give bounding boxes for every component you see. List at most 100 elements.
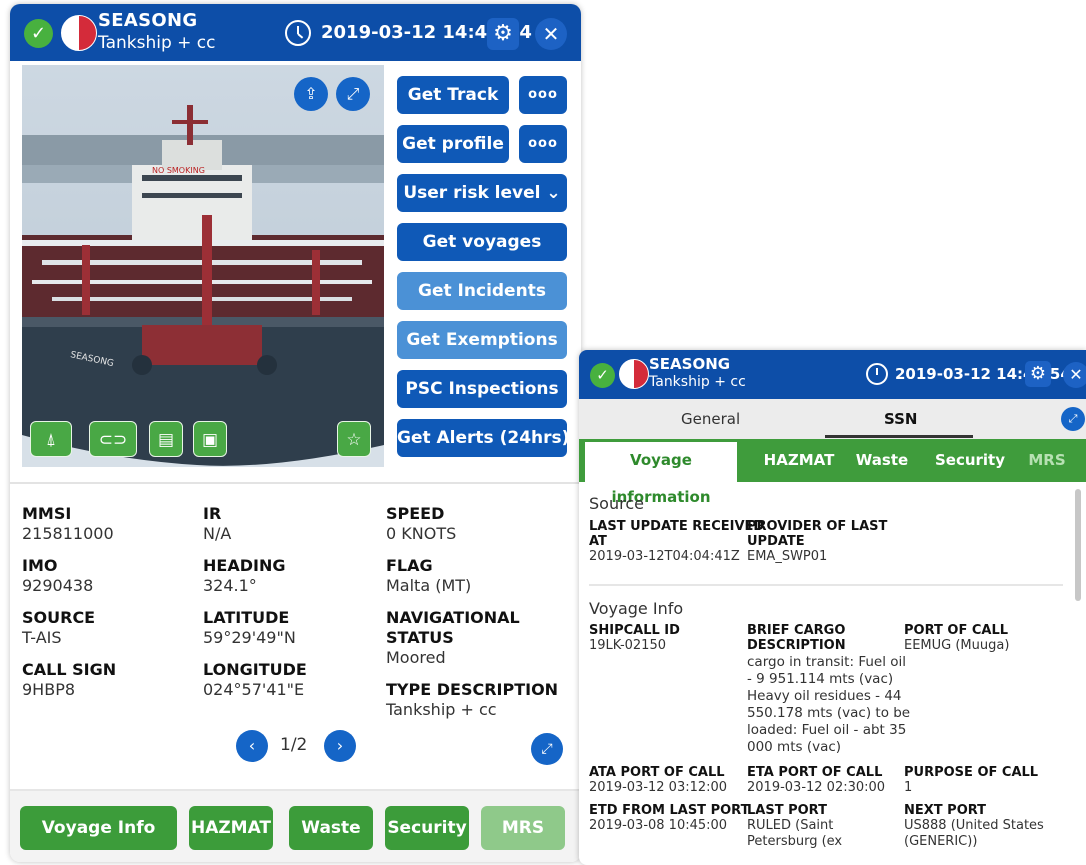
section-divider: [589, 584, 1063, 586]
imo-label: IMO: [22, 556, 58, 575]
ir-value: N/A: [203, 524, 232, 543]
next-port-line: (GENERIC)): [904, 834, 978, 849]
tab-general[interactable]: General: [681, 410, 740, 428]
subtab-hazmat[interactable]: HAZMAT: [759, 439, 839, 482]
panel-tabs: General SSN ⤢: [579, 399, 1086, 439]
subtab-security[interactable]: Security: [927, 439, 1013, 482]
expand-icon[interactable]: ⤢: [336, 77, 370, 111]
longitude-value: 024°57'41"E: [203, 680, 305, 699]
last-update-label-line-2: AT: [589, 534, 607, 549]
get-alerts-button[interactable]: Get Alerts (24hrs): [397, 419, 569, 457]
clock-icon: [866, 363, 888, 385]
vessel-details: MMSI 215811000 IMO 9290438 SOURCE T-AIS …: [10, 482, 581, 782]
cargo-description: cargo in transit: Fuel oil - 9 951.114 m…: [747, 654, 910, 756]
ssn-subtabs: Voyage information HAZMAT Waste Security…: [579, 439, 1086, 506]
source-section-title: Source: [589, 494, 644, 513]
ir-label: IR: [203, 504, 222, 523]
deck-text: NO SMOKING: [152, 166, 205, 175]
details-column-2: IR N/A HEADING 324.1° LATITUDE 59°29'49"…: [203, 504, 307, 712]
star-icon[interactable]: ☆: [337, 421, 371, 457]
security-button[interactable]: Security: [385, 806, 469, 850]
imo-value: 9290438: [22, 576, 94, 595]
expand-icon[interactable]: ⤢: [1061, 407, 1085, 431]
voyage-information-content: Source LAST UPDATE RECEIVED AT 2019-03-1…: [579, 482, 1086, 865]
cargo-line: 550.178 mts (vac) to be: [747, 705, 911, 721]
cargo-line: cargo in transit: Fuel oil: [747, 654, 907, 670]
shipcall-label: SHIPCALL ID: [589, 623, 680, 638]
latitude-value: 59°29'49"N: [203, 628, 296, 647]
document-icon[interactable]: ▤: [149, 421, 183, 457]
malta-flag-icon: [619, 359, 649, 389]
voyage-section-title: Voyage Info: [589, 599, 684, 618]
expand-icon[interactable]: ⤢: [531, 733, 563, 765]
eta-value: 2019-03-12 02:30:00: [747, 780, 886, 795]
speed-label: SPEED: [386, 504, 445, 523]
vessel-name: SEASONG: [649, 355, 731, 373]
port-of-call-label: PORT OF CALL: [904, 623, 1009, 638]
psc-inspections-button[interactable]: PSC Inspections: [397, 370, 567, 408]
tab-ssn[interactable]: SSN: [884, 410, 918, 428]
typedesc-value: Tankship + cc: [386, 700, 497, 719]
link-icon[interactable]: ⊂⊃: [89, 421, 137, 457]
waste-button[interactable]: Waste: [289, 806, 373, 850]
last-update-label-line-1: LAST UPDATE RECEIVED: [589, 519, 765, 534]
latitude-label: LATITUDE: [203, 608, 290, 627]
anchor-icon[interactable]: ▣: [193, 421, 227, 457]
last-port-line: Petersburg (ex: [747, 834, 843, 849]
chevron-right-icon[interactable]: ›: [324, 730, 356, 762]
provider-label-line-2: UPDATE: [747, 534, 805, 549]
active-tab-indicator: [825, 435, 973, 438]
share-icon[interactable]: ⇪: [294, 77, 328, 111]
close-icon[interactable]: ✕: [1063, 362, 1086, 388]
navigation-icon[interactable]: ⍋: [30, 421, 72, 457]
ssn-panel: ✓ SEASONG Tankship + cc 2019-03-12 14:42…: [579, 350, 1086, 865]
next-port-line: US888 (United States: [904, 818, 1044, 833]
chevron-left-icon[interactable]: ‹: [236, 730, 268, 762]
mrs-button[interactable]: MRS: [481, 806, 565, 850]
mmsi-value: 215811000: [22, 524, 114, 543]
last-port-line: RULED (Saint: [747, 818, 834, 833]
subtab-waste[interactable]: Waste: [847, 439, 917, 482]
flag-value: Malta (MT): [386, 576, 472, 595]
navstatus-value: Moored: [386, 648, 446, 667]
navstatus-label-1: NAVIGATIONAL: [386, 608, 520, 627]
track-more-button[interactable]: ooo: [519, 76, 567, 114]
gear-icon[interactable]: ⚙: [487, 18, 519, 50]
shipcall-value: 19LK-02150: [589, 638, 666, 653]
get-voyages-button[interactable]: Get voyages: [397, 223, 567, 261]
next-port-value: US888 (United States (GENERIC)): [904, 818, 1044, 850]
navstatus-label-2: STATUS: [386, 628, 454, 647]
get-track-button[interactable]: Get Track: [397, 76, 509, 114]
voyage-info-button[interactable]: Voyage Info: [20, 806, 177, 850]
cargo-line: loaded: Fuel oil - abt 35: [747, 722, 907, 738]
get-profile-button[interactable]: Get profile: [397, 125, 509, 163]
cargo-label: BRIEF CARGO DESCRIPTION: [747, 623, 846, 653]
subtab-mrs[interactable]: MRS: [1019, 439, 1075, 482]
vessel-type: Tankship + cc: [649, 374, 746, 390]
profile-more-button[interactable]: ooo: [519, 125, 567, 163]
cargo-line: - 9 951.114 mts (vac): [747, 671, 894, 687]
get-incidents-button[interactable]: Get Incidents: [397, 272, 567, 310]
longitude-label: LONGITUDE: [203, 660, 307, 679]
gear-icon[interactable]: ⚙: [1025, 361, 1051, 387]
next-port-label: NEXT PORT: [904, 803, 987, 818]
last-update-label: LAST UPDATE RECEIVED AT: [589, 519, 764, 549]
ship-image: NO SMOKING SEASONG: [22, 65, 384, 467]
last-port-value: RULED (Saint Petersburg (ex: [747, 818, 842, 850]
hazmat-button[interactable]: HAZMAT: [189, 806, 273, 850]
cargo-label-line-2: DESCRIPTION: [747, 638, 846, 653]
etd-label: ETD FROM LAST PORT: [589, 803, 750, 818]
check-icon: ✓: [24, 19, 53, 48]
chevron-down-icon: ⌄: [546, 183, 561, 203]
details-column-3: SPEED 0 KNOTS FLAG Malta (MT) NAVIGATION…: [386, 504, 558, 732]
details-column-1: MMSI 215811000 IMO 9290438 SOURCE T-AIS …: [22, 504, 116, 712]
clock-icon: [285, 20, 311, 46]
cargo-line: Heavy oil residues - 44: [747, 688, 902, 704]
last-port-label: LAST PORT: [747, 803, 827, 818]
subtab-voyage-information[interactable]: Voyage information: [585, 439, 737, 506]
scrollbar[interactable]: [1075, 489, 1081, 601]
close-icon[interactable]: ✕: [535, 18, 567, 50]
user-risk-level-dropdown[interactable]: User risk level ⌄: [397, 174, 567, 212]
provider-label: PROVIDER OF LAST UPDATE: [747, 519, 887, 549]
get-exemptions-button[interactable]: Get Exemptions: [397, 321, 567, 359]
